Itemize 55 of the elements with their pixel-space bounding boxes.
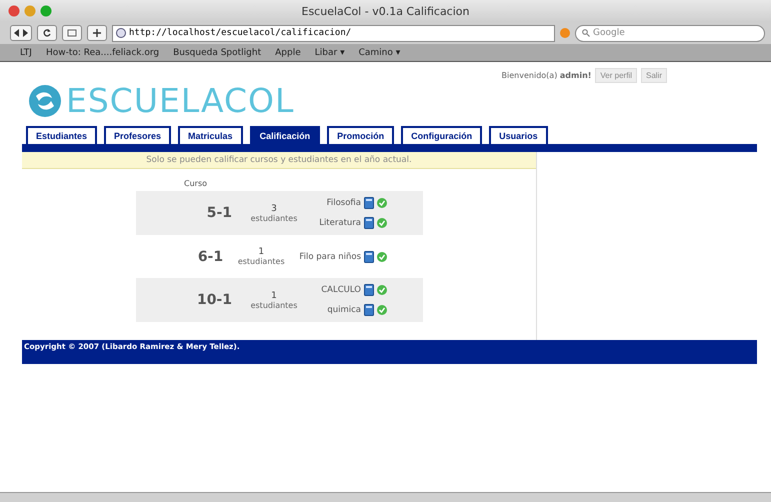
logo-icon xyxy=(28,84,62,118)
nav-tab[interactable]: Estudiantes xyxy=(26,126,98,144)
subject-name: Literatura xyxy=(319,218,361,228)
nav-tab[interactable]: Configuración xyxy=(401,126,482,144)
reload-button[interactable] xyxy=(37,25,57,41)
bookmark-link[interactable]: Camino ▾ xyxy=(358,48,400,58)
add-bookmark-button[interactable] xyxy=(87,25,107,41)
check-icon[interactable] xyxy=(377,285,387,295)
student-count: 3 xyxy=(271,204,277,214)
book-icon[interactable] xyxy=(364,250,374,262)
student-count-label: estudiantes xyxy=(238,257,285,266)
check-icon[interactable] xyxy=(377,252,387,262)
check-icon[interactable] xyxy=(377,218,387,228)
bookmark-button[interactable] xyxy=(62,25,82,41)
book-icon[interactable] xyxy=(364,197,374,209)
subject-name: Filosofia xyxy=(326,198,361,208)
course-name: 10-1 xyxy=(196,292,232,308)
search-field[interactable]: Google xyxy=(575,24,765,42)
book-icon[interactable] xyxy=(364,217,374,229)
logo-text: ESCUELACOL xyxy=(66,81,294,120)
bookmark-link[interactable]: How-to: Rea....feliack.org xyxy=(46,48,160,58)
subject-name: quimica xyxy=(327,305,361,315)
nav-tab[interactable]: Matriculas xyxy=(178,126,243,144)
bookmarks-icon[interactable]: LTJ xyxy=(20,48,32,58)
reload-icon xyxy=(43,29,51,37)
frame-icon xyxy=(67,29,77,37)
subject-name: CALCULO xyxy=(321,285,361,295)
subject-name: Filo para niños xyxy=(299,252,361,262)
student-count: 1 xyxy=(271,290,277,300)
arrows-icon xyxy=(14,29,28,37)
nav-tab[interactable]: Usuarios xyxy=(489,126,548,144)
window-title: EscuelaCol - v0.1a Calificacion xyxy=(300,4,470,18)
back-forward-button[interactable] xyxy=(10,25,32,41)
student-count-label: estudiantes xyxy=(250,300,298,310)
globe-icon xyxy=(116,28,126,38)
course-name: 6-1 xyxy=(196,248,224,264)
notice-banner: Solo se pueden calificar cursos y estudiantes en el año actual. xyxy=(22,152,536,169)
search-icon xyxy=(582,29,590,37)
plus-icon xyxy=(93,29,101,37)
bookmark-link[interactable]: Libar ▾ xyxy=(314,48,345,58)
book-icon[interactable] xyxy=(364,304,374,316)
course-name: 5-1 xyxy=(206,205,232,221)
address-field[interactable]: http://localhost/escuelacol/calificacion/ xyxy=(112,24,555,42)
column-header: Curso xyxy=(184,179,208,188)
greeting-text: Bienvenido(a) admin! xyxy=(502,71,592,80)
student-count: 1 xyxy=(258,247,264,257)
book-icon[interactable] xyxy=(364,284,374,296)
bookmark-link[interactable]: Busqueda Spotlight xyxy=(173,48,262,58)
check-icon[interactable] xyxy=(377,305,387,315)
check-icon[interactable] xyxy=(377,198,387,208)
nav-tab[interactable]: Profesores xyxy=(104,126,172,144)
nav-tab[interactable]: Calificación xyxy=(250,126,320,144)
student-count-label: estudiantes xyxy=(250,214,298,222)
bookmark-link[interactable]: Apple xyxy=(275,48,301,58)
nav-tab[interactable]: Promoción xyxy=(327,126,394,144)
